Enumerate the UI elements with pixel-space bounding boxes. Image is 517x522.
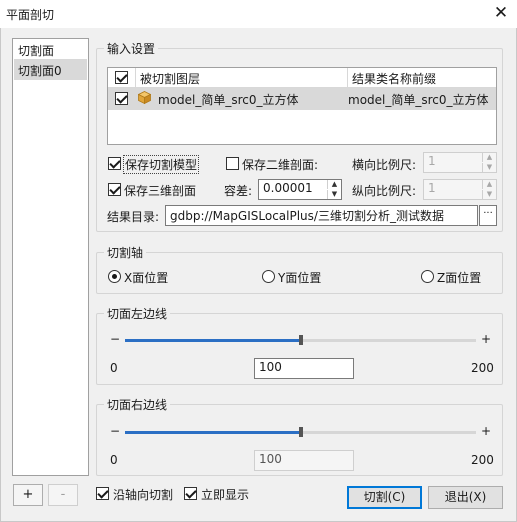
- y-plane-radio[interactable]: [262, 270, 275, 283]
- h-scale-value: 1: [428, 154, 436, 168]
- input-settings-legend: 输入设置: [104, 40, 159, 57]
- save-3d-section-label[interactable]: 保存三维剖面: [124, 182, 196, 199]
- z-plane-radio[interactable]: [421, 270, 434, 283]
- right-edge-min-label: 0: [110, 453, 118, 467]
- title-bar: [0, 0, 517, 28]
- tolerance-value: 0.00001: [263, 181, 313, 195]
- v-scale-down-icon[interactable]: ▼: [482, 190, 496, 199]
- save-3d-section-checkbox[interactable]: [108, 183, 121, 196]
- save-cut-model-checkbox[interactable]: [108, 157, 121, 170]
- v-scale-up-icon[interactable]: ▲: [482, 180, 496, 189]
- close-icon[interactable]: ✕: [490, 3, 512, 25]
- right-edge-legend: 切面右边线: [104, 396, 171, 413]
- right-edge-plus-icon[interactable]: +: [481, 424, 491, 438]
- cut-along-axis-label[interactable]: 沿轴向切割: [113, 486, 173, 503]
- list-header: 切割面: [14, 40, 87, 60]
- h-scale-down-icon[interactable]: ▼: [482, 163, 496, 172]
- show-immediately-checkbox[interactable]: [184, 487, 197, 500]
- table-header-prefix[interactable]: 结果类名称前缀: [348, 68, 496, 88]
- h-scale-label: 横向比例尺:: [352, 158, 417, 172]
- select-all-checkbox[interactable]: [115, 71, 128, 84]
- save-2d-section-checkbox[interactable]: [226, 157, 239, 170]
- window-title: 平面剖切: [6, 8, 55, 22]
- result-dir-value: gdbp://MapGISLocalPlus/三维切割分析_测试数据: [170, 209, 444, 223]
- v-scale-value: 1: [428, 181, 436, 195]
- right-edge-slider-thumb[interactable]: [298, 427, 303, 437]
- exit-button[interactable]: 退出(X): [428, 486, 503, 509]
- save-cut-model-label[interactable]: 保存切割模型: [123, 155, 200, 174]
- cut-axis-legend: 切割轴: [104, 244, 147, 261]
- v-scale-label: 纵向比例尺:: [352, 184, 417, 198]
- left-edge-slider-thumb[interactable]: [298, 335, 303, 345]
- table-row[interactable]: model_简单_src0_立方体 model_简单_src0_立方体: [108, 88, 496, 110]
- right-edge-minus-icon[interactable]: −: [110, 424, 120, 438]
- left-edge-plus-icon[interactable]: +: [481, 332, 491, 346]
- left-edge-legend: 切面左边线: [104, 305, 171, 322]
- add-plane-button[interactable]: +: [13, 484, 43, 506]
- left-edge-max-label: 200: [471, 361, 494, 375]
- h-scale-up-icon[interactable]: ▲: [482, 153, 496, 162]
- tolerance-label: 容差:: [224, 184, 253, 198]
- x-plane-radio[interactable]: [108, 270, 121, 283]
- right-edge-value: 100: [259, 452, 282, 466]
- right-edge-value-input[interactable]: 100: [254, 450, 354, 471]
- left-edge-slider-fill: [125, 339, 301, 342]
- left-edge-value: 100: [259, 360, 282, 374]
- row-result-prefix: model_简单_src0_立方体: [348, 93, 489, 107]
- cut-plane-list[interactable]: 切割面 切割面0: [12, 38, 89, 476]
- layer-table[interactable]: 被切割图层 结果类名称前缀 model_简单_src0_立方体 model_简单…: [107, 67, 497, 145]
- x-plane-label[interactable]: X面位置: [124, 269, 168, 286]
- show-immediately-label[interactable]: 立即显示: [201, 486, 249, 503]
- browse-button[interactable]: ···: [479, 205, 497, 226]
- cut-along-axis-checkbox[interactable]: [96, 487, 109, 500]
- cube-icon: [137, 91, 152, 105]
- table-header-layer[interactable]: 被切割图层: [136, 68, 348, 88]
- right-edge-max-label: 200: [471, 453, 494, 467]
- right-edge-slider-fill: [125, 431, 301, 434]
- save-2d-section-label[interactable]: 保存二维剖面:: [242, 156, 318, 173]
- remove-plane-button[interactable]: -: [48, 484, 78, 506]
- result-dir-label: 结果目录:: [107, 210, 160, 224]
- cut-button[interactable]: 切割(C): [347, 486, 422, 509]
- result-dir-input[interactable]: gdbp://MapGISLocalPlus/三维切割分析_测试数据: [165, 205, 478, 226]
- z-plane-label[interactable]: Z面位置: [437, 269, 481, 286]
- row-layer-name: model_简单_src0_立方体: [158, 93, 299, 107]
- table-header-check[interactable]: [108, 68, 136, 88]
- left-edge-minus-icon[interactable]: −: [110, 332, 120, 346]
- left-edge-min-label: 0: [110, 361, 118, 375]
- tolerance-up-icon[interactable]: ▲: [327, 180, 341, 189]
- y-plane-label[interactable]: Y面位置: [278, 269, 321, 286]
- row-checkbox[interactable]: [115, 92, 128, 105]
- list-item[interactable]: 切割面0: [14, 60, 87, 80]
- tolerance-down-icon[interactable]: ▼: [327, 190, 341, 199]
- left-edge-value-input[interactable]: 100: [254, 358, 354, 379]
